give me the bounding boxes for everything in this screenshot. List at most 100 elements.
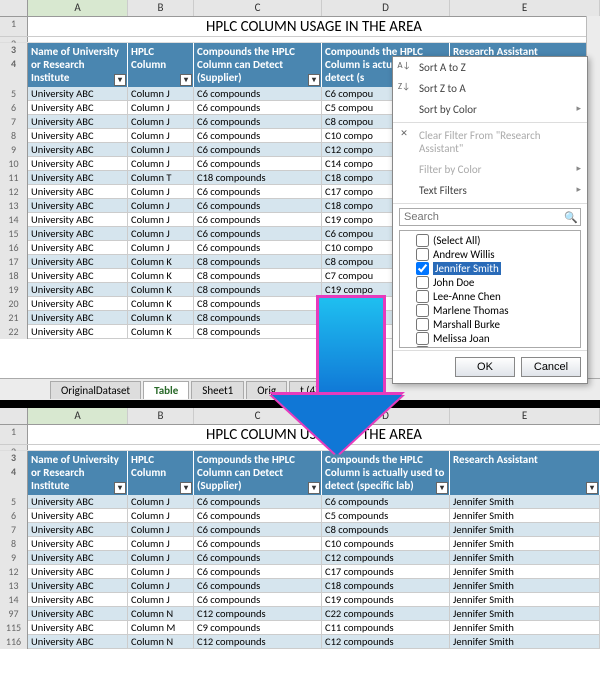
filter-button[interactable] (180, 482, 192, 494)
cell-university[interactable]: University ABC (28, 101, 128, 115)
cell-detect-supplier[interactable]: C6 compounds (194, 213, 322, 227)
filter-value-item[interactable]: Melissa Joan (402, 331, 578, 345)
cell-detect-supplier[interactable]: C12 compounds (194, 635, 322, 649)
row-number[interactable]: 21 (0, 311, 28, 325)
cell-detect-lab[interactable]: C12 compounds (322, 635, 450, 649)
filter-button[interactable] (308, 482, 320, 494)
cell-detect-lab[interactable]: C19 compounds (322, 593, 450, 607)
filter-checkbox[interactable] (416, 346, 429, 349)
cell-detect-supplier[interactable]: C6 compounds (194, 87, 322, 101)
cancel-button[interactable]: Cancel (521, 357, 581, 377)
cell-column[interactable]: Column K (128, 255, 194, 269)
cell-research-assistant[interactable]: Jennifer Smith (450, 537, 600, 551)
cell-research-assistant[interactable]: Jennifer Smith (450, 607, 600, 621)
cell-university[interactable]: University ABC (28, 269, 128, 283)
cell-column[interactable]: Column M (128, 621, 194, 635)
row-number[interactable]: 8 (0, 129, 28, 143)
row-number[interactable]: 6 (0, 101, 28, 115)
cell-university[interactable]: University ABC (28, 325, 128, 339)
cell-research-assistant[interactable]: Jennifer Smith (450, 565, 600, 579)
cell-column[interactable]: Column J (128, 87, 194, 101)
cell-university[interactable]: University ABC (28, 157, 128, 171)
cell-university[interactable]: University ABC (28, 607, 128, 621)
row-number[interactable]: 1 (0, 425, 28, 444)
cell-detect-supplier[interactable]: C6 compounds (194, 157, 322, 171)
row-number[interactable]: 5 (0, 495, 28, 509)
cell-university[interactable]: University ABC (28, 593, 128, 607)
cell-university[interactable]: University ABC (28, 199, 128, 213)
tab-sheet1[interactable]: Sheet1 (191, 381, 244, 399)
row-number[interactable]: 115 (0, 621, 28, 635)
cell-detect-lab[interactable]: C10 compounds (322, 537, 450, 551)
cell-university[interactable]: University ABC (28, 297, 128, 311)
cell-detect-supplier[interactable]: C6 compounds (194, 185, 322, 199)
cell-university[interactable]: University ABC (28, 143, 128, 157)
col-letter-e[interactable]: E (450, 0, 600, 16)
cell-university[interactable]: University ABC (28, 537, 128, 551)
cell-column[interactable]: Column J (128, 551, 194, 565)
select-all-corner[interactable] (0, 408, 28, 424)
row-number[interactable]: 5 (0, 87, 28, 101)
cell-column[interactable]: Column J (128, 565, 194, 579)
cell-university[interactable]: University ABC (28, 579, 128, 593)
row-number[interactable]: 116 (0, 635, 28, 649)
cell-column[interactable]: Column N (128, 607, 194, 621)
cell-detect-supplier[interactable]: C6 compounds (194, 241, 322, 255)
cell-university[interactable]: University ABC (28, 509, 128, 523)
cell-column[interactable]: Column J (128, 227, 194, 241)
row-number[interactable]: 7 (0, 523, 28, 537)
cell-detect-supplier[interactable]: C12 compounds (194, 607, 322, 621)
row-number[interactable]: 9 (0, 551, 28, 565)
cell-detect-supplier[interactable]: C6 compounds (194, 551, 322, 565)
row-number[interactable]: 34 (0, 451, 28, 495)
filter-value-item[interactable]: (Select All) (402, 233, 578, 247)
col-letter-c[interactable]: C (194, 0, 322, 16)
cell-column[interactable]: Column K (128, 269, 194, 283)
cell-university[interactable]: University ABC (28, 565, 128, 579)
col-letter-a[interactable]: A (28, 0, 128, 16)
cell-column[interactable]: Column J (128, 115, 194, 129)
tab-originaldataset[interactable]: OriginalDataset (50, 381, 141, 399)
cell-detect-supplier[interactable]: C6 compounds (194, 579, 322, 593)
cell-university[interactable]: University ABC (28, 171, 128, 185)
cell-column[interactable]: Column J (128, 185, 194, 199)
cell-university[interactable]: University ABC (28, 227, 128, 241)
cell-detect-supplier[interactable]: C6 compounds (194, 537, 322, 551)
row-number[interactable]: 18 (0, 269, 28, 283)
cell-university[interactable]: University ABC (28, 185, 128, 199)
row-number[interactable]: 12 (0, 185, 28, 199)
cell-research-assistant[interactable]: Jennifer Smith (450, 621, 600, 635)
row-number[interactable]: 13 (0, 199, 28, 213)
cell-university[interactable]: University ABC (28, 87, 128, 101)
cell-column[interactable]: Column J (128, 129, 194, 143)
cell-research-assistant[interactable]: Jennifer Smith (450, 579, 600, 593)
row-number[interactable]: 22 (0, 325, 28, 339)
row-number[interactable]: 16 (0, 241, 28, 255)
cell-column[interactable]: Column J (128, 143, 194, 157)
cell-column[interactable]: Column J (128, 523, 194, 537)
col-letter-d[interactable]: D (322, 0, 450, 16)
cell-research-assistant[interactable]: Jennifer Smith (450, 509, 600, 523)
cell-detect-lab[interactable]: C22 compounds (322, 607, 450, 621)
cell-column[interactable]: Column J (128, 537, 194, 551)
row-number[interactable]: 9 (0, 143, 28, 157)
cell-column[interactable]: Column T (128, 171, 194, 185)
col-letter-a[interactable]: A (28, 408, 128, 424)
filter-value-item[interactable]: Marlene Thomas (402, 303, 578, 317)
row-number[interactable]: 7 (0, 115, 28, 129)
cell-column[interactable]: Column N (128, 635, 194, 649)
filter-checkbox[interactable] (416, 318, 429, 331)
cell-detect-lab[interactable]: C18 compounds (322, 579, 450, 593)
cell-university[interactable]: University ABC (28, 621, 128, 635)
cell-university[interactable]: University ABC (28, 635, 128, 649)
cell-column[interactable]: Column K (128, 297, 194, 311)
cell-detect-supplier[interactable]: C6 compounds (194, 495, 322, 509)
cell-research-assistant[interactable]: Jennifer Smith (450, 593, 600, 607)
row-number[interactable]: 11 (0, 171, 28, 185)
cell-detect-lab[interactable]: C17 compounds (322, 565, 450, 579)
row-number[interactable]: 20 (0, 297, 28, 311)
cell-university[interactable]: University ABC (28, 241, 128, 255)
row-number[interactable]: 6 (0, 509, 28, 523)
cell-university[interactable]: University ABC (28, 523, 128, 537)
cell-column[interactable]: Column J (128, 199, 194, 213)
